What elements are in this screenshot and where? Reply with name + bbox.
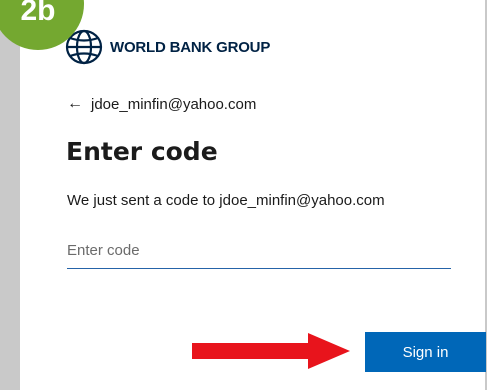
page-title: Enter code: [66, 137, 218, 166]
brand-name: WORLD BANK GROUP: [110, 38, 271, 56]
account-email: jdoe_minfin@yahoo.com: [91, 95, 257, 113]
world-bank-logo: WORLD BANK GROUP: [64, 27, 270, 67]
window-left-strip: [0, 0, 20, 390]
sign-in-card: 2b WORLD BANK GROUP ← jdoe_minfin@yahoo.…: [0, 0, 487, 390]
back-arrow-icon[interactable]: ←: [67, 95, 83, 113]
back-row[interactable]: ← jdoe_minfin@yahoo.com: [67, 95, 256, 113]
sign-in-button[interactable]: Sign in: [365, 332, 486, 372]
code-sent-message: We just sent a code to jdoe_minfin@yahoo…: [67, 192, 385, 209]
red-arrow-annotation: [192, 333, 350, 369]
code-input[interactable]: [67, 232, 451, 269]
